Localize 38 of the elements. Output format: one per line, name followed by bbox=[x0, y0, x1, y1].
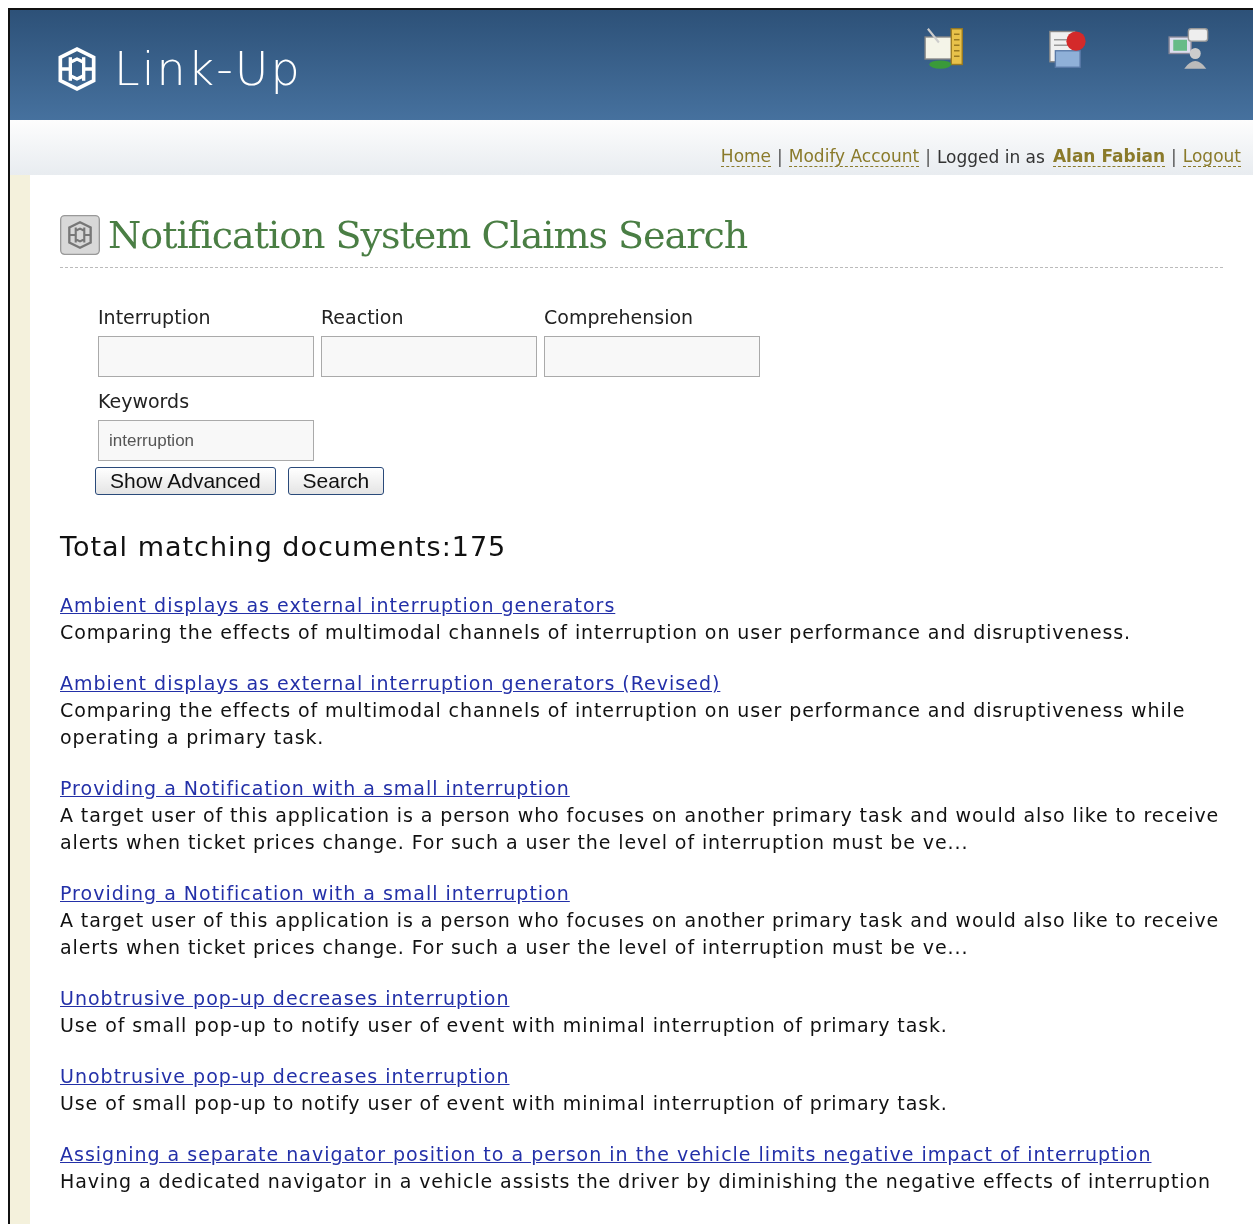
result-link[interactable]: Unobtrusive pop-up decreases interruption bbox=[60, 1063, 510, 1090]
monitor-person-icon[interactable] bbox=[1165, 26, 1209, 70]
search-button[interactable]: Search bbox=[287, 467, 385, 495]
logo-text: Link-Up bbox=[114, 42, 302, 96]
field-label: Comprehension bbox=[544, 306, 695, 328]
logo-icon bbox=[60, 215, 100, 255]
result-link[interactable]: Assigning a separate navigator position to a person in the vehicle limits negative impact of interruption bbox=[60, 1141, 1152, 1168]
result-link[interactable]: Providing a Notification with a small interruption bbox=[60, 775, 570, 802]
nav-link[interactable]: Logout bbox=[1182, 146, 1241, 167]
input-field[interactable] bbox=[544, 336, 760, 377]
login-status: Logged in as bbox=[936, 147, 1045, 167]
result-link[interactable]: Ambient displays as external interruption generators (Revised) bbox=[60, 670, 721, 697]
field-label: Keywords bbox=[98, 390, 191, 412]
separator: | bbox=[1171, 147, 1177, 167]
result-link[interactable]: Ambient displays as external interruption generators bbox=[60, 592, 616, 619]
result-summary: Use of small pop-up to notify user of event with minimal interruption of primary task. bbox=[60, 1013, 949, 1038]
result-count: Total matching documents:175 bbox=[60, 531, 508, 562]
result-summary: A target user of this application is a person who focuses on another primary task and would also like to receive alerts when ticket prices change. For such a user the level of interruption must be ve... bbox=[60, 908, 1221, 960]
separator: | bbox=[777, 147, 783, 167]
field-label: Reaction bbox=[321, 306, 405, 328]
result-summary: Comparing the effects of multimodal channels of interruption on user performance and disruptiveness. bbox=[60, 620, 1133, 645]
page-title: Notification System Claims Search bbox=[108, 213, 748, 257]
result-summary: Having a dedicated navigator in a vehicle assists the driver by diminishing the negative effects of interruption bbox=[60, 1169, 1212, 1194]
result-summary: Use of small pop-up to notify user of event with minimal interruption of primary task. bbox=[60, 1091, 949, 1116]
input-field[interactable] bbox=[98, 336, 314, 377]
field-label: Interruption bbox=[98, 306, 212, 328]
result-link[interactable]: Providing a Notification with a small interruption bbox=[60, 880, 570, 907]
user-name[interactable]: Alan Fabian bbox=[1052, 146, 1166, 167]
show-advanced-button[interactable]: Show Advanced bbox=[95, 467, 276, 495]
nav-link[interactable]: Home bbox=[720, 146, 772, 167]
result-summary: Comparing the effects of multimodal channels of interruption on user performance and disruptiveness while operating a primary task. bbox=[60, 698, 1187, 750]
result-link[interactable]: Unobtrusive pop-up decreases interruption bbox=[60, 985, 510, 1012]
input-field[interactable] bbox=[321, 336, 537, 377]
nav-link[interactable]: Modify Account bbox=[788, 146, 920, 167]
input-field[interactable]: interruption bbox=[98, 420, 314, 461]
separator: | bbox=[925, 147, 931, 167]
chart-ruler-icon[interactable] bbox=[921, 26, 965, 70]
result-summary: A target user of this application is a person who focuses on another primary task and would also like to receive alerts when ticket prices change. For such a user the level of interruption must be ve... bbox=[60, 803, 1221, 855]
